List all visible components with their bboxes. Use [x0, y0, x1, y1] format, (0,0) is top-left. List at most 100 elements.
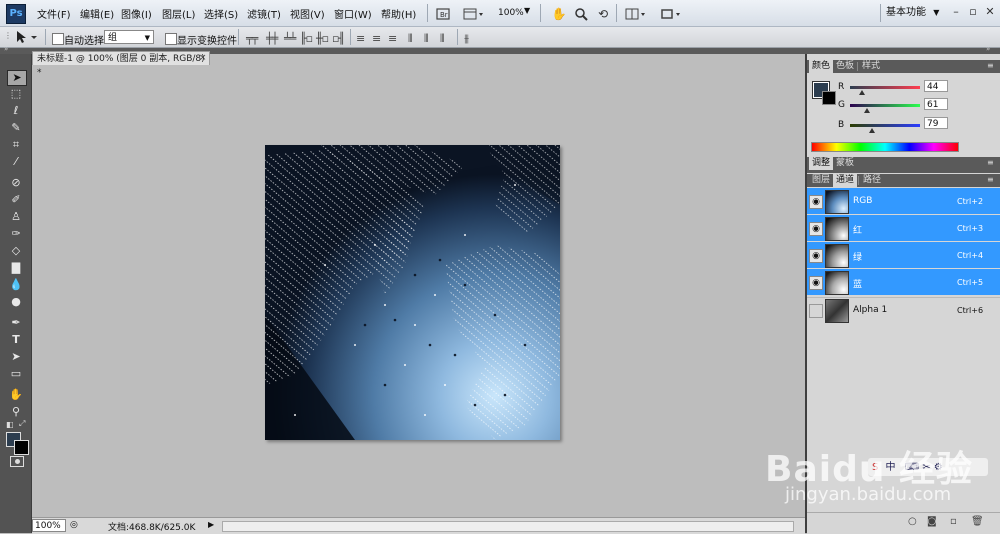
eyedropper-tool-icon[interactable]: ⁄	[7, 155, 25, 169]
visibility-toggle[interactable]	[809, 304, 823, 318]
b-value-field[interactable]: 79	[924, 117, 948, 129]
default-colors-icon[interactable]: ◧	[6, 420, 14, 429]
menu-image[interactable]: 图像(I)	[121, 6, 152, 21]
gradient-tool-icon[interactable]: ▇	[7, 261, 25, 275]
tab-paths[interactable]: 路径	[860, 174, 884, 187]
g-slider-track[interactable]	[850, 104, 920, 107]
eraser-tool-icon[interactable]: ◇	[7, 244, 25, 258]
blur-tool-icon[interactable]: 💧	[7, 278, 25, 292]
tab-masks[interactable]: 蒙板	[833, 157, 857, 170]
align-hcenter-icon[interactable]: ╫▫	[316, 32, 329, 45]
background-color-swatch[interactable]	[14, 440, 29, 455]
align-top-icon[interactable]: ╤╤	[246, 32, 258, 45]
history-brush-tool-icon[interactable]: ✑	[7, 227, 25, 241]
quick-mask-icon[interactable]	[10, 456, 24, 467]
view-extras-icon[interactable]	[460, 4, 488, 24]
crop-tool-icon[interactable]: ⌗	[7, 138, 25, 152]
r-value-field[interactable]: 44	[924, 80, 948, 92]
restore-icon[interactable]: ▫	[966, 5, 980, 19]
horizontal-scrollbar[interactable]	[222, 521, 794, 532]
align-vcenter-icon[interactable]: ╪╪	[266, 32, 278, 45]
status-options-icon[interactable]: ◎	[70, 520, 78, 530]
show-transform-checkbox[interactable]	[165, 33, 177, 45]
move-tool-icon[interactable]: ➤	[7, 70, 27, 86]
chevron-down-icon[interactable]: ▼	[524, 6, 530, 15]
tab-swatches[interactable]: 色板	[833, 60, 857, 73]
eye-icon[interactable]: ◉	[809, 249, 823, 263]
r-slider-knob[interactable]	[858, 90, 865, 95]
load-selection-icon[interactable]: ○	[908, 516, 917, 527]
menu-help[interactable]: 帮助(H)	[381, 6, 416, 21]
expand-arrows-icon[interactable]: »	[4, 45, 8, 53]
menu-layer[interactable]: 图层(L)	[162, 6, 195, 21]
panel-menu-icon[interactable]: ≡	[987, 158, 994, 167]
g-value-field[interactable]: 61	[924, 98, 948, 110]
path-select-tool-icon[interactable]: ➤	[7, 350, 25, 364]
healing-brush-tool-icon[interactable]: ⊘	[7, 176, 25, 190]
menu-view[interactable]: 视图(V)	[290, 6, 325, 21]
hand-icon[interactable]: ✋	[548, 4, 570, 24]
distribute-right-icon[interactable]: ⫴	[440, 32, 445, 46]
marquee-tool-icon[interactable]: ⬚	[7, 87, 25, 101]
tab-adjustments[interactable]: 调整	[809, 157, 834, 170]
document-tab[interactable]: 未标题-1 @ 100% (图层 0 副本, RGB/8) *	[32, 51, 210, 78]
swap-colors-icon[interactable]: ⤢	[19, 419, 25, 429]
eye-icon[interactable]: ◉	[809, 276, 823, 290]
menu-select[interactable]: 选择(S)	[204, 6, 238, 21]
hand-tool-icon[interactable]: ✋	[7, 388, 25, 402]
b-slider-knob[interactable]	[868, 128, 875, 133]
rotate-view-icon[interactable]: ⟲	[592, 4, 614, 24]
tab-color[interactable]: 颜色	[809, 60, 834, 73]
delete-channel-icon[interactable]: 🗑	[971, 516, 984, 527]
status-menu-arrow-icon[interactable]: ▶	[208, 520, 214, 529]
zoom-field[interactable]: 100%	[32, 519, 66, 532]
auto-select-checkbox[interactable]	[52, 33, 64, 45]
type-tool-icon[interactable]: T	[7, 333, 25, 347]
distribute-hcenter-icon[interactable]: ⫴	[424, 32, 429, 46]
align-right-icon[interactable]: ▫╢	[332, 32, 345, 45]
clone-stamp-tool-icon[interactable]: ♙	[7, 210, 25, 224]
distribute-bottom-icon[interactable]: ≡	[388, 32, 397, 45]
workspace-switcher[interactable]: 基本功能 ▼	[886, 4, 956, 21]
r-slider-track[interactable]	[850, 86, 920, 89]
zoom-tool-icon[interactable]	[570, 4, 592, 24]
distribute-top-icon[interactable]: ≡	[356, 32, 365, 45]
move-tool-preset[interactable]	[14, 29, 40, 45]
zoom-tool-icon[interactable]: ⚲	[7, 405, 25, 419]
quick-select-tool-icon[interactable]: ✎	[7, 121, 25, 135]
distribute-left-icon[interactable]: ⫴	[408, 32, 413, 46]
minimize-icon[interactable]: –	[949, 5, 963, 19]
zoom-level[interactable]: 100%	[498, 8, 524, 18]
tab-styles[interactable]: 样式	[859, 60, 883, 73]
save-selection-icon[interactable]: ◙	[927, 516, 937, 527]
collapse-arrows-icon[interactable]: »	[986, 45, 990, 53]
color-spectrum-bar[interactable]	[811, 142, 959, 152]
align-bottom-icon[interactable]: ╧╧	[284, 32, 296, 45]
tab-channels[interactable]: 通道	[833, 174, 858, 187]
close-icon[interactable]: ✕	[983, 5, 997, 19]
menu-file[interactable]: 文件(F)	[37, 6, 71, 21]
dodge-tool-icon[interactable]: ●	[7, 295, 25, 309]
shape-tool-icon[interactable]: ▭	[7, 367, 25, 381]
brush-tool-icon[interactable]: ✐	[7, 193, 25, 207]
new-channel-icon[interactable]: ▫	[950, 516, 957, 527]
arrange-documents-icon[interactable]	[622, 4, 652, 24]
auto-select-dropdown[interactable]: 组 ▼	[104, 30, 154, 44]
eye-icon[interactable]: ◉	[809, 195, 823, 209]
menu-filter[interactable]: 滤镜(T)	[247, 6, 281, 21]
b-slider-track[interactable]	[850, 124, 920, 127]
auto-align-icon[interactable]: ⫵	[464, 32, 469, 46]
align-left-icon[interactable]: ╟▫	[300, 32, 313, 45]
menu-edit[interactable]: 编辑(E)	[80, 6, 114, 21]
panel-menu-icon[interactable]: ≡	[987, 175, 994, 184]
color-bg-swatch[interactable]	[822, 91, 836, 105]
lasso-tool-icon[interactable]: ℓ	[7, 104, 25, 118]
panel-menu-icon[interactable]: ≡	[987, 61, 994, 70]
bridge-icon[interactable]: Br	[432, 4, 454, 24]
pen-tool-icon[interactable]: ✒	[7, 316, 25, 330]
close-icon[interactable]: ×	[199, 53, 207, 63]
eye-icon[interactable]: ◉	[809, 222, 823, 236]
g-slider-knob[interactable]	[863, 108, 870, 113]
screen-mode-icon[interactable]	[657, 4, 687, 24]
distribute-vcenter-icon[interactable]: ≡	[372, 32, 381, 45]
